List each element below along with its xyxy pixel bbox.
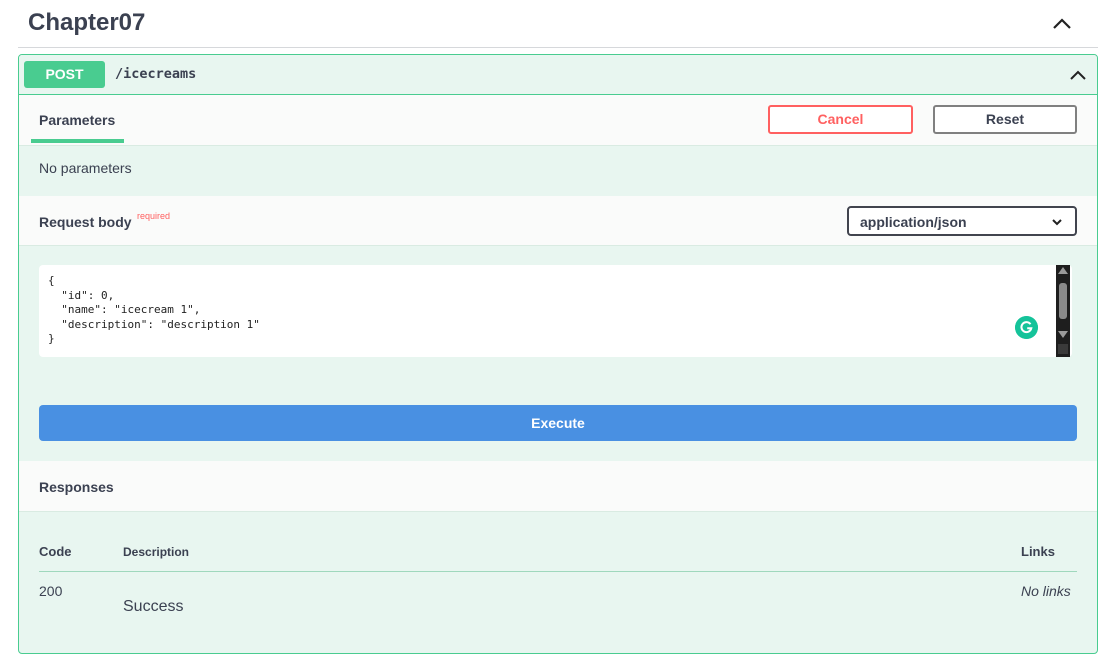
column-header-code: Code: [39, 544, 72, 559]
response-links: No links: [1021, 583, 1071, 599]
cancel-button[interactable]: Cancel: [768, 105, 913, 134]
operation-path: /icecreams: [115, 66, 197, 82]
scroll-down-arrow-icon[interactable]: [1058, 331, 1068, 338]
request-body-header: Request body required application/json: [19, 196, 1097, 246]
request-body-json[interactable]: { "id": 0, "name": "icecream 1", "descri…: [48, 274, 260, 347]
response-description: Success: [123, 598, 184, 615]
request-body-editor[interactable]: { "id": 0, "name": "icecream 1", "descri…: [39, 265, 1072, 357]
no-parameters-text: No parameters: [39, 160, 132, 176]
scroll-up-arrow-icon[interactable]: [1058, 267, 1068, 274]
response-code: 200: [39, 583, 63, 599]
table-divider: [39, 571, 1077, 572]
section-title: Chapter07: [28, 9, 146, 36]
section-header[interactable]: Chapter07: [18, 0, 1098, 48]
scroll-thumb[interactable]: [1059, 283, 1067, 319]
column-header-links: Links: [1021, 544, 1055, 559]
tab-parameters[interactable]: Parameters: [39, 112, 115, 128]
operation-summary[interactable]: POST /icecreams: [19, 55, 1097, 95]
editor-scrollbar[interactable]: [1056, 265, 1070, 357]
reset-button[interactable]: Reset: [933, 105, 1077, 134]
request-body-title: Request body: [39, 214, 132, 230]
content-type-value: application/json: [860, 214, 967, 230]
column-header-description: Description: [123, 545, 190, 559]
required-label: required: [137, 211, 171, 221]
chevron-down-icon: [1052, 219, 1062, 226]
execute-button[interactable]: Execute: [39, 405, 1077, 441]
method-badge: POST: [24, 61, 105, 88]
chevron-up-icon[interactable]: [1067, 64, 1089, 86]
parameters-header: Parameters Cancel Reset: [19, 95, 1097, 146]
tab-active-indicator: [31, 139, 124, 143]
operation-block: POST /icecreams Parameters Cancel Reset …: [18, 54, 1098, 654]
resize-grip-icon[interactable]: [1058, 344, 1068, 354]
content-type-select[interactable]: application/json: [847, 206, 1077, 236]
responses-header: Responses: [19, 461, 1097, 512]
chevron-up-icon[interactable]: [1048, 10, 1076, 38]
grammarly-icon[interactable]: [1015, 316, 1038, 339]
responses-title: Responses: [39, 479, 114, 495]
